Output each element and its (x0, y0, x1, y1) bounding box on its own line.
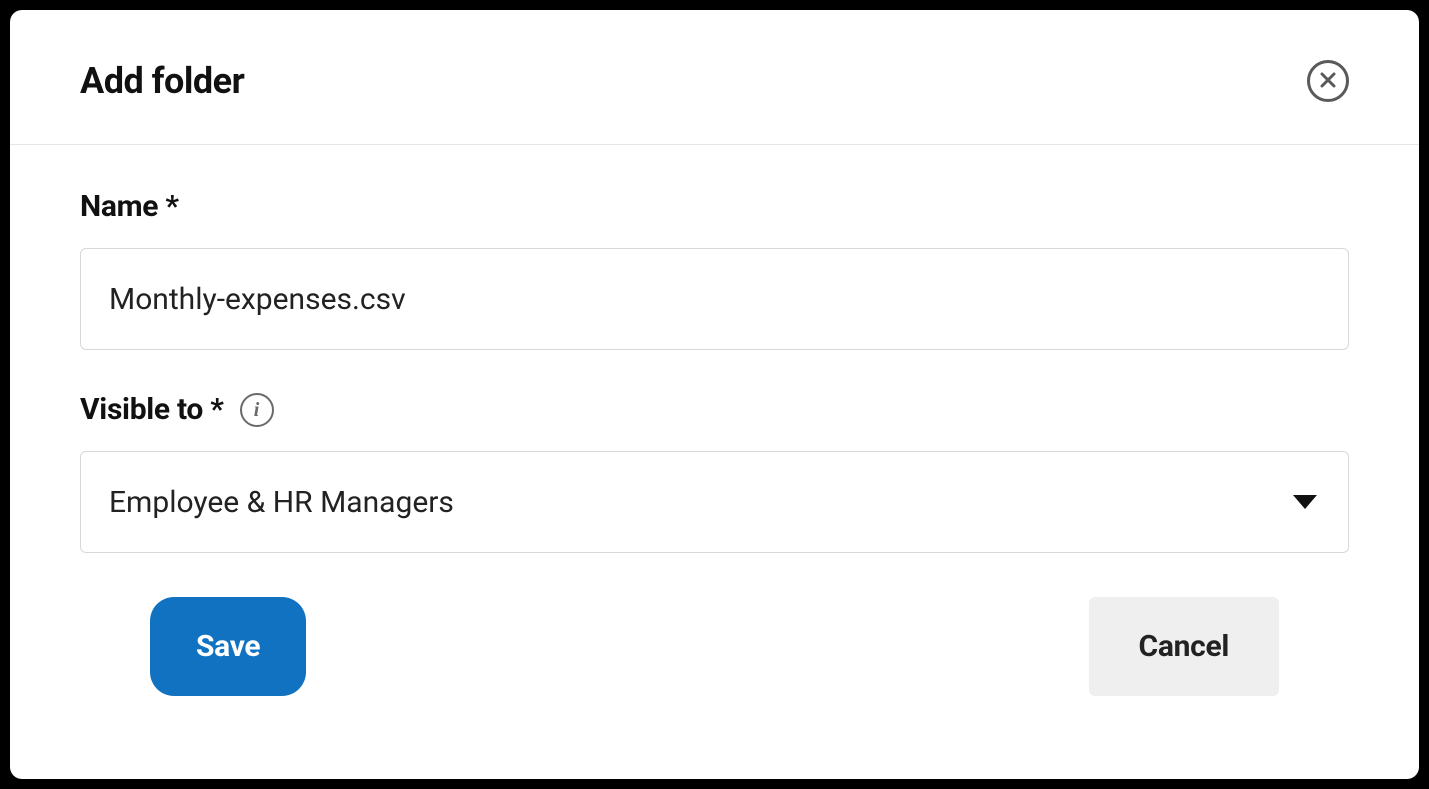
name-input[interactable] (80, 248, 1349, 350)
modal-title: Add folder (80, 60, 244, 102)
cancel-button[interactable]: Cancel (1089, 597, 1279, 696)
add-folder-modal: Add folder Name * Visible to * i Employ (10, 10, 1419, 779)
visible-to-select[interactable]: Employee & HR Managers (80, 451, 1349, 553)
modal-body: Name * Visible to * i Employee & HR Mana… (10, 145, 1419, 779)
save-button[interactable]: Save (150, 597, 306, 696)
visible-to-select-wrap: Employee & HR Managers (80, 451, 1349, 553)
name-label: Name * (80, 189, 179, 224)
visible-to-label-row: Visible to * i (80, 392, 1349, 427)
close-button[interactable] (1307, 60, 1349, 102)
close-icon (1320, 72, 1336, 91)
info-icon[interactable]: i (240, 393, 274, 427)
visible-to-field-group: Visible to * i Employee & HR Managers (80, 392, 1349, 553)
name-label-row: Name * (80, 189, 1349, 224)
modal-header: Add folder (10, 10, 1419, 145)
visible-to-label: Visible to * (80, 392, 224, 427)
name-field-group: Name * (80, 189, 1349, 350)
modal-footer: Save Cancel (80, 595, 1349, 736)
